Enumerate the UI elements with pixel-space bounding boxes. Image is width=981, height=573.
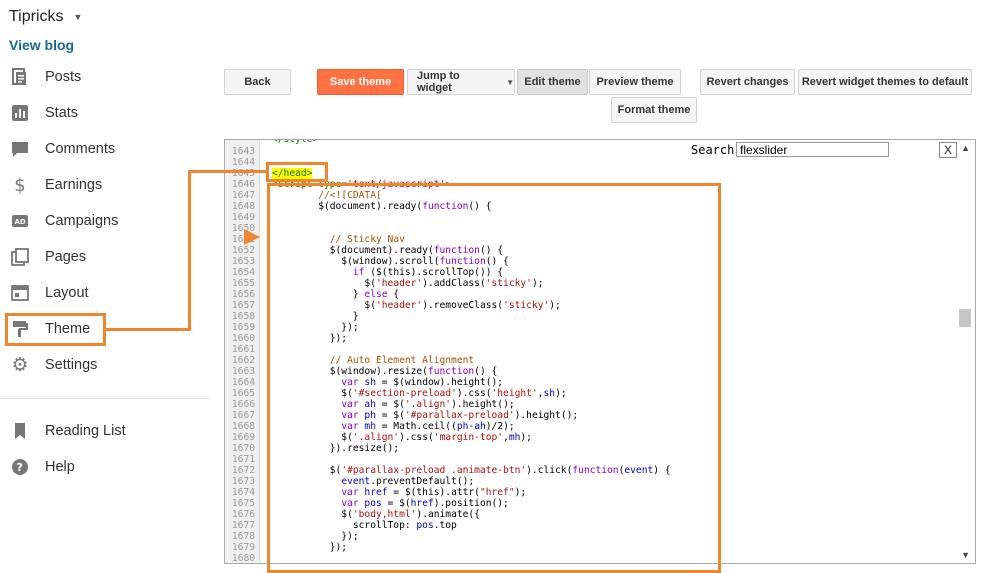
blog-title-text: Tipricks [9, 8, 64, 25]
line-number: 1649 [231, 212, 255, 223]
line-number: 1653 [231, 256, 255, 267]
preview-theme-button[interactable]: Preview theme [589, 69, 681, 95]
sidebar-divider [0, 398, 210, 399]
connector-line [188, 170, 268, 173]
line-number: 1667 [231, 410, 255, 421]
sidebar-item-label: Earnings [45, 177, 103, 193]
line-number: 1646 [231, 179, 255, 190]
line-number: 1668 [231, 421, 255, 432]
sidebar-item-label: Pages [45, 249, 87, 265]
scroll-down-icon[interactable]: ▼ [961, 550, 970, 560]
line-number: 1678 [231, 531, 255, 542]
posts-icon [10, 67, 30, 87]
sidebar-item-reading-list[interactable]: Reading List [0, 413, 210, 449]
theme-highlight-box [5, 313, 106, 346]
line-number: 1644 [231, 157, 255, 168]
line-number: 1665 [231, 388, 255, 399]
line-number: 1674 [231, 487, 255, 498]
chevron-down-icon: ▼ [506, 77, 514, 87]
line-number: 1652 [231, 245, 255, 256]
sidebar-item-label: Help [45, 459, 75, 475]
line-number: 1663 [231, 366, 255, 377]
line-number: 1662 [231, 355, 255, 366]
line-number: 1672 [231, 465, 255, 476]
gear-icon: ⚙ [11, 354, 29, 376]
line-number: 1659 [231, 322, 255, 333]
line-number: 1679 [231, 542, 255, 553]
line-number: 1654 [231, 267, 255, 278]
connector-line [106, 328, 190, 331]
line-number: 1670 [231, 443, 255, 454]
connector-line [188, 170, 191, 331]
sidebar-item-label: Posts [45, 69, 82, 85]
line-number: 1673 [231, 476, 255, 487]
sidebar-item-campaigns[interactable]: AD Campaigns [0, 203, 210, 239]
jump-to-widget-dropdown[interactable]: Jump to widget ▼ [407, 69, 515, 95]
line-number: 1671 [231, 454, 255, 465]
jump-to-widget-label: Jump to widget [417, 70, 460, 94]
sidebar-nav-secondary: Reading List? Help [0, 413, 210, 485]
layout-icon [10, 283, 30, 303]
revert-widget-themes-button[interactable]: Revert widget themes to default [798, 69, 972, 95]
sidebar-item-help[interactable]: ? Help [0, 449, 210, 485]
line-number: 1660 [231, 333, 255, 344]
scrollbar-thumb[interactable] [959, 309, 971, 327]
line-number: 1666 [231, 399, 255, 410]
sidebar-item-label: Comments [45, 141, 116, 157]
sidebar-item-earnings[interactable]: $ Earnings [0, 167, 210, 203]
blog-title[interactable]: Tipricks ▼ [9, 8, 82, 26]
format-theme-button[interactable]: Format theme [611, 97, 697, 123]
script-highlight-box [267, 183, 721, 573]
line-number: 1676 [231, 509, 255, 520]
svg-text:AD: AD [15, 218, 26, 226]
scrollbar[interactable]: ▲ ▼ [959, 140, 975, 563]
sidebar-item-label: Settings [45, 357, 98, 373]
line-number: 1658 [231, 311, 255, 322]
sidebar-item-layout[interactable]: Layout [0, 275, 210, 311]
line-number: 1669 [231, 432, 255, 443]
line-number: 1677 [231, 520, 255, 531]
sidebar-item-stats[interactable]: Stats [0, 95, 210, 131]
line-number: 1664 [231, 377, 255, 388]
sidebar-item-label: Stats [45, 105, 79, 121]
line-number: 1656 [231, 289, 255, 300]
help-icon: ? [10, 457, 30, 477]
line-number: 1647 [231, 190, 255, 201]
campaigns-icon: AD [10, 211, 30, 231]
dollar-icon: $ [14, 174, 26, 196]
bookmark-icon [10, 421, 30, 441]
sidebar-item-label: Campaigns [45, 213, 119, 229]
search-input[interactable] [736, 142, 889, 157]
arrow-right-icon [244, 229, 260, 245]
sidebar-item-settings[interactable]: ⚙ Settings [0, 347, 210, 383]
revert-changes-button[interactable]: Revert changes [700, 69, 795, 95]
close-search-button[interactable]: X [939, 142, 957, 158]
back-button[interactable]: Back [224, 69, 291, 95]
sidebar-item-comments[interactable]: Comments [0, 131, 210, 167]
line-number: 1680 [231, 553, 255, 564]
stats-icon [10, 103, 30, 123]
sidebar-item-posts[interactable]: Posts [0, 59, 210, 95]
line-number: 1657 [231, 300, 255, 311]
head-tag-highlight-box [266, 162, 328, 182]
line-number: 1643 [231, 146, 255, 157]
line-number: 1648 [231, 201, 255, 212]
search-label: Search: [691, 143, 742, 157]
save-theme-button[interactable]: Save theme [317, 69, 404, 95]
line-number: 1675 [231, 498, 255, 509]
line-number: 1661 [231, 344, 255, 355]
line-number: 1655 [231, 278, 255, 289]
scroll-up-icon[interactable]: ▲ [961, 143, 970, 153]
sidebar-item-label: Layout [45, 285, 89, 301]
comments-icon [10, 139, 30, 159]
svg-text:?: ? [17, 461, 23, 474]
chevron-down-icon[interactable]: ▼ [74, 12, 83, 22]
edit-theme-button[interactable]: Edit theme [517, 69, 588, 95]
code-line-partial: </style> [272, 139, 319, 145]
view-blog-link[interactable]: View blog [9, 37, 74, 53]
sidebar-item-label: Reading List [45, 423, 126, 439]
line-number-gutter: 1643 1644 1645 1646 1647 1648 1649 1650 1651 1652… [225, 140, 260, 563]
sidebar-item-pages[interactable]: Pages [0, 239, 210, 275]
pages-icon [10, 247, 30, 267]
